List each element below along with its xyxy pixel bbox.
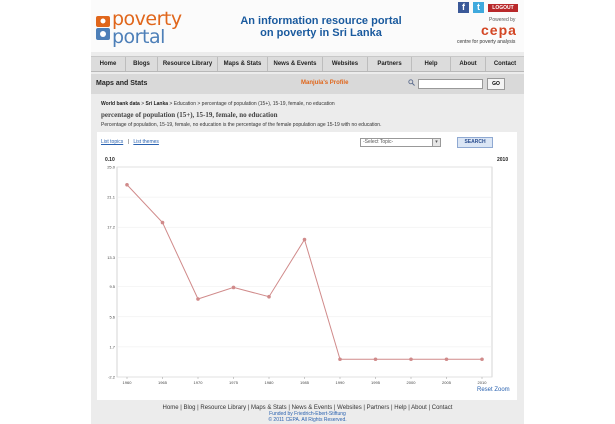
- nav-resource-library[interactable]: Resource Library: [158, 57, 218, 71]
- chart-top-left-label: 0.10: [105, 157, 115, 163]
- breadcrumb-source[interactable]: World bank data: [101, 101, 140, 107]
- data-point[interactable]: [338, 357, 342, 362]
- data-point[interactable]: [444, 357, 449, 362]
- nav-contact[interactable]: Contact: [486, 57, 524, 71]
- y-tick-label: 17.2: [107, 225, 116, 230]
- section-titlebar: Maps and Stats Manjula's Profile GO: [91, 74, 524, 94]
- indicator-description: Percentage of population, 15-19, female,…: [101, 122, 382, 128]
- footer-link[interactable]: Partners: [367, 405, 390, 411]
- y-tick-label: 13.3: [107, 255, 116, 260]
- nav-news-events[interactable]: News & Events: [268, 57, 323, 71]
- logo-text-bottom[interactable]: portal: [112, 26, 165, 48]
- y-tick-label: 5.6: [109, 314, 115, 319]
- poverty-portal-logo-icon: [96, 16, 110, 40]
- x-tick-label: 1975: [229, 380, 239, 385]
- x-tick-label: 1965: [158, 380, 168, 385]
- y-tick-label: 9.5: [109, 284, 115, 289]
- cepa-subtitle: centre for poverty analysis: [457, 39, 516, 45]
- breadcrumb-country[interactable]: Sri Lanka: [146, 101, 169, 107]
- x-axis: 1960 1965 1970 1975 1980 1985 1990 1995 2000 2005…: [123, 377, 488, 385]
- list-separator: |: [127, 139, 129, 145]
- x-tick-label: 1960: [123, 380, 133, 385]
- data-point[interactable]: [373, 357, 378, 362]
- nav-home[interactable]: Home: [91, 57, 126, 71]
- breadcrumb: World bank data > Sri Lanka > Education …: [101, 101, 335, 107]
- footer-link[interactable]: Resource Library: [200, 405, 246, 411]
- footer: Home | Blog | Resource Library | Maps & …: [91, 405, 524, 423]
- nav-websites[interactable]: Websites: [323, 57, 368, 71]
- main-nav: Home Blogs Resource Library Maps & Stats…: [91, 56, 524, 72]
- nav-help[interactable]: Help: [412, 57, 451, 71]
- reset-zoom-link[interactable]: Reset Zoom: [477, 387, 510, 393]
- list-links: List topics | List themes: [101, 139, 159, 145]
- facebook-icon[interactable]: f: [458, 2, 469, 13]
- chevron-down-icon: ▾: [432, 139, 440, 146]
- topic-select[interactable]: -Select Topic- ▾: [360, 138, 441, 147]
- tagline-line-2: on poverty in Sri Lanka: [260, 27, 382, 39]
- x-tick-label: 1970: [194, 380, 204, 385]
- y-tick-label: -2.2: [108, 375, 116, 380]
- x-tick-label: 1980: [265, 380, 275, 385]
- page: poverty portal An information resource p…: [91, 0, 524, 424]
- x-tick-label: 1995: [371, 380, 381, 385]
- profile-link[interactable]: Manjula's Profile: [301, 80, 348, 86]
- main-content: World bank data > Sri Lanka > Education …: [97, 97, 517, 400]
- data-point[interactable]: [480, 357, 484, 362]
- indicator-title: percentage of population (15+), 15-19, f…: [101, 111, 278, 119]
- y-tick-label: 1.7: [109, 344, 115, 349]
- list-themes-link[interactable]: List themes: [133, 139, 159, 145]
- x-tick-label: 1990: [336, 380, 346, 385]
- twitter-icon[interactable]: t: [473, 2, 484, 13]
- footer-link[interactable]: Contact: [432, 405, 453, 411]
- go-button[interactable]: GO: [487, 78, 505, 90]
- footer-link[interactable]: Help: [394, 405, 406, 411]
- data-point[interactable]: [267, 294, 271, 299]
- data-point[interactable]: [302, 237, 307, 242]
- search-icon: [408, 79, 415, 86]
- nav-about[interactable]: About: [451, 57, 486, 71]
- data-point[interactable]: [231, 285, 236, 290]
- x-tick-label: 2000: [407, 380, 417, 385]
- list-topics-link[interactable]: List topics: [101, 139, 123, 145]
- logout-button[interactable]: LOGOUT: [488, 4, 518, 12]
- series-line: [126, 184, 482, 360]
- y-tick-label: 25.0: [107, 165, 116, 170]
- search-button[interactable]: SEARCH: [457, 137, 493, 148]
- section-title: Maps and Stats: [96, 80, 148, 87]
- chart-top-right-label: 2010: [497, 157, 508, 163]
- topic-select-value: -Select Topic-: [363, 139, 394, 145]
- nav-maps-stats[interactable]: Maps & Stats: [218, 57, 268, 71]
- data-point[interactable]: [160, 220, 165, 225]
- header: poverty portal An information resource p…: [91, 0, 524, 52]
- data-point[interactable]: [409, 357, 413, 362]
- nav-partners[interactable]: Partners: [368, 57, 412, 71]
- cepa-logo[interactable]: cepa: [481, 22, 517, 38]
- footer-link[interactable]: Home: [163, 405, 179, 411]
- indicator-line-chart: 0.10 2010 25.021.117.213.39.55.61.7-2.2 …: [105, 157, 510, 393]
- y-axis: 25.0 21.1 17.2 13.3 9.5 5.6 1.7 -2.2: [107, 165, 492, 380]
- x-tick-label: 2010: [478, 380, 488, 385]
- indicator-header: World bank data > Sri Lanka > Education …: [97, 97, 517, 132]
- site-search-input[interactable]: [418, 79, 483, 89]
- site-tagline: An information resource portal on povert…: [231, 15, 411, 39]
- nav-blogs[interactable]: Blogs: [126, 57, 158, 71]
- x-tick-label: 1985: [300, 380, 310, 385]
- data-point[interactable]: [125, 182, 129, 187]
- y-tick-label: 21.1: [107, 195, 116, 200]
- footer-link[interactable]: About: [411, 405, 427, 411]
- tagline-line-1: An information resource portal: [240, 15, 402, 27]
- footer-copyright: © 2011 CEPA. All Rights Reserved.: [268, 417, 347, 423]
- breadcrumb-rest: > Education > percentage of population (…: [169, 101, 335, 107]
- footer-link[interactable]: Blog: [183, 405, 195, 411]
- data-point[interactable]: [196, 297, 200, 301]
- plot-area: [116, 166, 493, 378]
- series-polyline: [126, 184, 482, 360]
- x-tick-label: 2005: [442, 380, 452, 385]
- series-points: [125, 182, 484, 362]
